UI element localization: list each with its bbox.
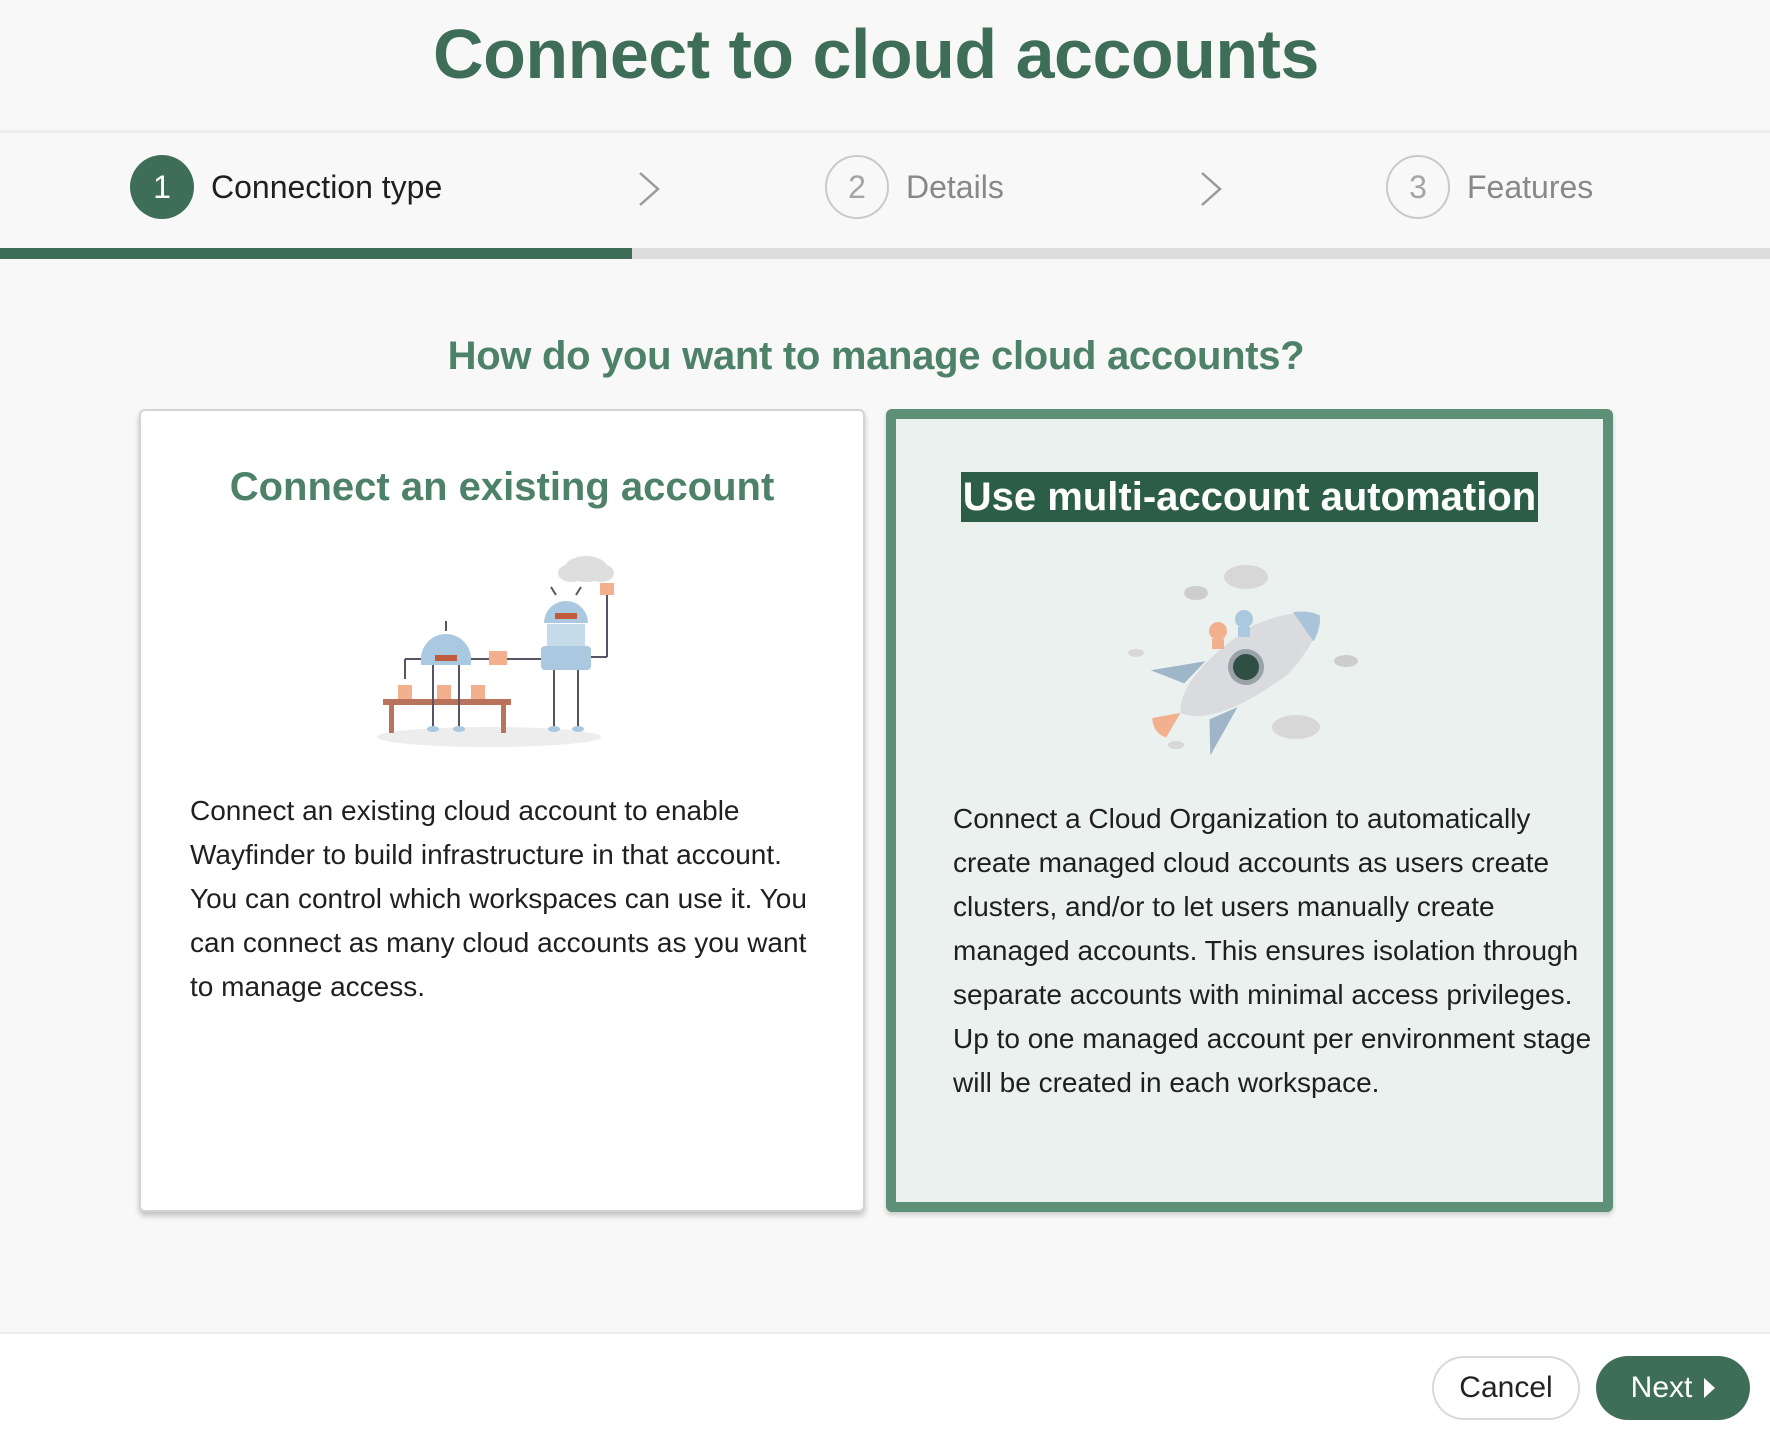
- caret-right-icon: [1704, 1378, 1716, 1398]
- step-number-badge: 1: [130, 155, 194, 219]
- option-title: Connect an existing account: [229, 465, 775, 509]
- next-button-label: Next: [1630, 1371, 1693, 1404]
- robots-assembly-illustration-icon: [377, 556, 614, 747]
- option-title-highlight: Use multi-account automation: [960, 472, 1539, 522]
- option-card-multi-account-automation[interactable]: Use multi-account automation Connect a C…: [886, 409, 1613, 1212]
- stepper: 1 Connection type 2 Details 3 Features: [0, 133, 1770, 259]
- next-button[interactable]: Next: [1596, 1356, 1750, 1420]
- progress-fill: [0, 248, 632, 259]
- option-description: Connect a Cloud Organization to automati…: [953, 803, 1592, 1098]
- footer-actions: Cancel Next: [0, 1332, 1770, 1430]
- step-details[interactable]: 2 Details: [825, 155, 1004, 219]
- step-number-badge: 3: [1386, 155, 1450, 219]
- step-number-badge: 2: [825, 155, 889, 219]
- option-title: Use multi-account automation: [896, 472, 1603, 522]
- step-label: Connection type: [211, 168, 443, 205]
- cancel-button[interactable]: Cancel: [1432, 1356, 1580, 1420]
- step-label: Features: [1467, 168, 1594, 205]
- chevron-right-icon: [1201, 172, 1222, 206]
- section-question: How do you want to manage cloud accounts…: [447, 334, 1305, 378]
- option-card-existing-account[interactable]: Connect an existing account Connect an e…: [139, 409, 865, 1212]
- step-label: Details: [906, 168, 1004, 205]
- rocket-illustration-icon: [1128, 565, 1358, 756]
- step-features[interactable]: 3 Features: [1386, 155, 1593, 219]
- option-description: Connect an existing cloud account to ena…: [190, 795, 807, 1002]
- step-connection-type[interactable]: 1 Connection type: [130, 155, 442, 219]
- chevron-right-icon: [639, 172, 660, 206]
- page-title: Connect to cloud accounts: [433, 15, 1319, 93]
- page-header: Connect to cloud accounts: [0, 0, 1770, 133]
